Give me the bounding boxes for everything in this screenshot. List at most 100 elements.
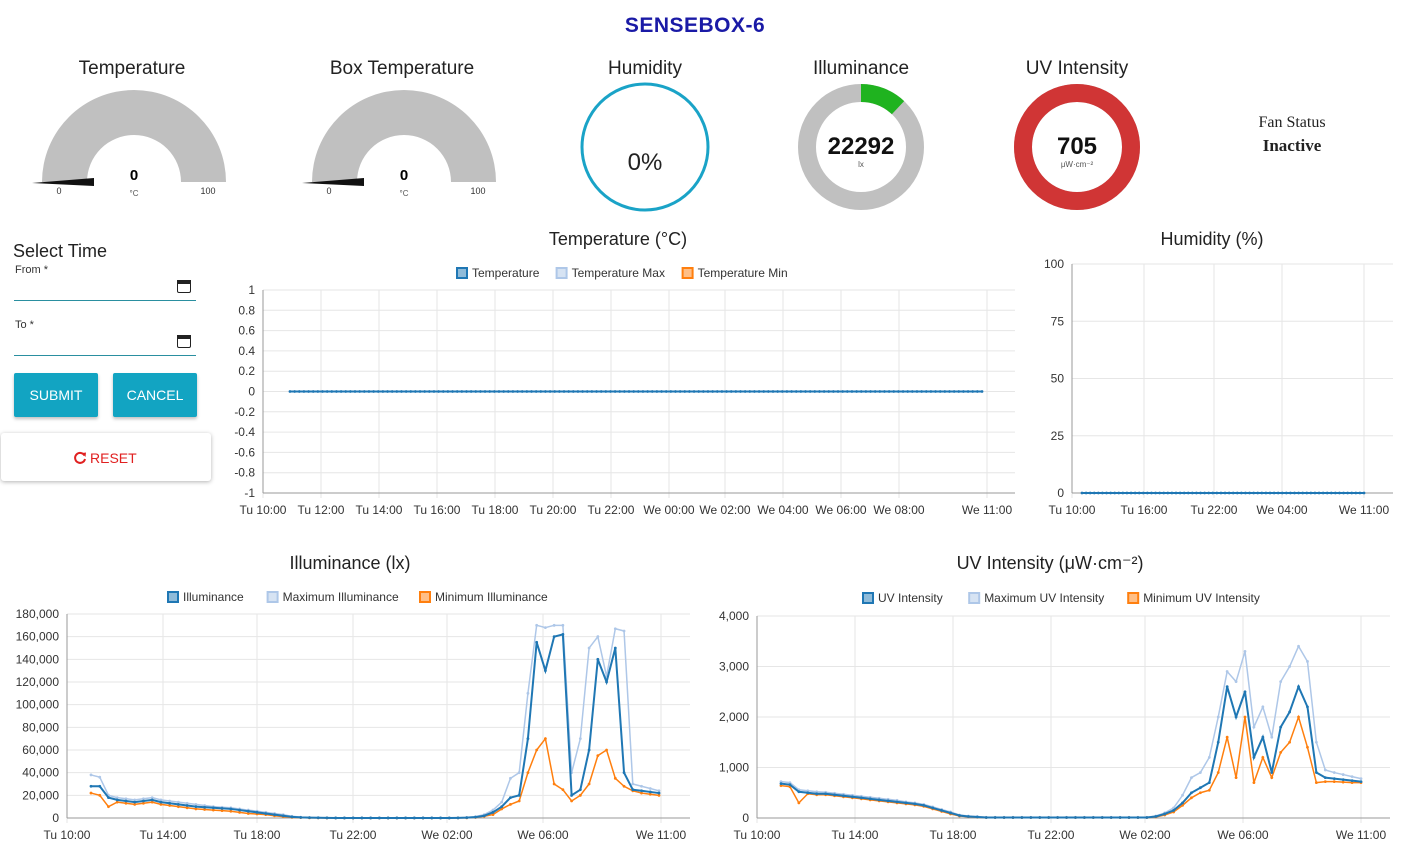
data-point <box>570 793 574 797</box>
data-point <box>915 390 919 393</box>
data-point <box>886 799 890 803</box>
reset-button[interactable]: RESET <box>1 433 211 481</box>
temperature-gauge-min: 0 <box>56 186 61 196</box>
from-date-input[interactable] <box>14 276 196 300</box>
data-point <box>640 784 643 788</box>
data-point <box>562 390 566 393</box>
y-tick-label: 0.6 <box>238 324 255 338</box>
data-point <box>948 390 951 393</box>
data-point <box>456 816 460 820</box>
data-point <box>1223 491 1227 495</box>
data-point <box>1350 491 1354 495</box>
data-point <box>688 390 691 393</box>
data-point <box>1125 491 1129 495</box>
data-point <box>1181 793 1184 797</box>
x-tick-label: We 06:00 <box>815 503 866 517</box>
to-label: To * <box>15 319 34 331</box>
data-point <box>1350 779 1354 783</box>
data-point <box>1359 777 1363 781</box>
data-point <box>739 390 742 393</box>
data-point <box>1154 491 1157 495</box>
x-tick-label: Tu 22:00 <box>1028 828 1075 842</box>
data-point <box>1279 750 1283 754</box>
legend-label: Temperature Min <box>698 266 788 280</box>
y-tick-label: 120,000 <box>16 675 60 689</box>
data-point <box>446 390 450 393</box>
box-temperature-gauge-min: 0 <box>326 186 331 196</box>
data-point <box>211 806 215 810</box>
temperature-gauge-unit: °C <box>130 189 139 198</box>
data-point <box>596 754 600 758</box>
data-point <box>1341 773 1345 776</box>
data-point <box>367 390 371 393</box>
data-point <box>962 390 965 393</box>
data-point <box>1203 491 1207 495</box>
data-point <box>1338 491 1341 495</box>
data-point <box>771 390 775 393</box>
y-tick-label: 4,000 <box>719 609 749 623</box>
data-point <box>1268 491 1272 495</box>
data-point <box>683 390 687 393</box>
data-point <box>631 788 635 792</box>
calendar-icon[interactable] <box>177 280 191 293</box>
data-point <box>578 788 582 792</box>
data-point <box>1306 705 1309 709</box>
legend-label: Illuminance <box>183 590 244 604</box>
illuminance-chart: 180,000 160,000 140,000 120,000 100,000 80,00… <box>16 590 690 842</box>
data-point <box>729 390 733 393</box>
data-point <box>720 390 724 393</box>
data-point <box>762 390 766 393</box>
data-point <box>1284 491 1288 495</box>
data-point <box>500 805 504 809</box>
data-point <box>107 796 110 799</box>
to-date-input[interactable] <box>14 331 196 355</box>
data-point <box>868 797 872 801</box>
data-point <box>511 390 515 393</box>
data-point <box>423 390 427 393</box>
data-point <box>640 789 643 793</box>
calendar-icon[interactable] <box>177 335 191 348</box>
data-point <box>1323 776 1327 779</box>
data-point <box>567 390 571 393</box>
data-point <box>813 390 817 393</box>
data-point <box>465 816 469 820</box>
cancel-button[interactable]: CANCEL <box>113 373 197 417</box>
temperature-chart: 1 0.8 0.6 0.4 0.2 0 -0.2 -0.4 -0.6 -0.8 -1 Tu 10:00… <box>234 266 1015 517</box>
box-temperature-gauge-max: 100 <box>470 186 485 196</box>
data-point <box>878 390 882 393</box>
legend-label: Maximum UV Intensity <box>984 591 1104 605</box>
data-point <box>526 691 530 695</box>
submit-button[interactable]: SUBMIT <box>14 373 98 417</box>
data-point <box>98 775 102 779</box>
series-line <box>90 736 660 819</box>
y-tick-label: -0.6 <box>234 445 255 459</box>
data-point <box>1252 491 1256 495</box>
data-point <box>1359 780 1363 784</box>
data-point <box>517 793 521 797</box>
data-point <box>1133 491 1137 495</box>
data-point <box>1235 491 1239 495</box>
data-point <box>299 816 303 819</box>
data-point <box>98 793 102 797</box>
data-point <box>1243 649 1247 653</box>
data-point <box>901 390 905 393</box>
data-point <box>952 390 956 393</box>
data-point <box>376 390 380 393</box>
y-tick-label: 160,000 <box>16 630 60 644</box>
data-point <box>535 640 539 644</box>
data-point <box>1216 771 1220 774</box>
x-tick-label: Tu 14:00 <box>832 828 879 842</box>
data-point <box>469 390 473 393</box>
data-point <box>1350 775 1354 778</box>
data-point <box>906 390 910 393</box>
data-point <box>706 390 710 393</box>
data-point <box>1166 491 1170 495</box>
x-tick-label: Tu 14:00 <box>140 828 187 842</box>
x-tick-label: We 11:00 <box>636 828 687 842</box>
x-tick-label: We 00:00 <box>643 503 694 517</box>
illuminance-gauge-value: 22292 <box>828 133 895 160</box>
y-tick-label: 180,000 <box>16 607 60 621</box>
data-point <box>815 792 819 796</box>
data-point <box>264 812 268 815</box>
data-point <box>465 390 468 393</box>
